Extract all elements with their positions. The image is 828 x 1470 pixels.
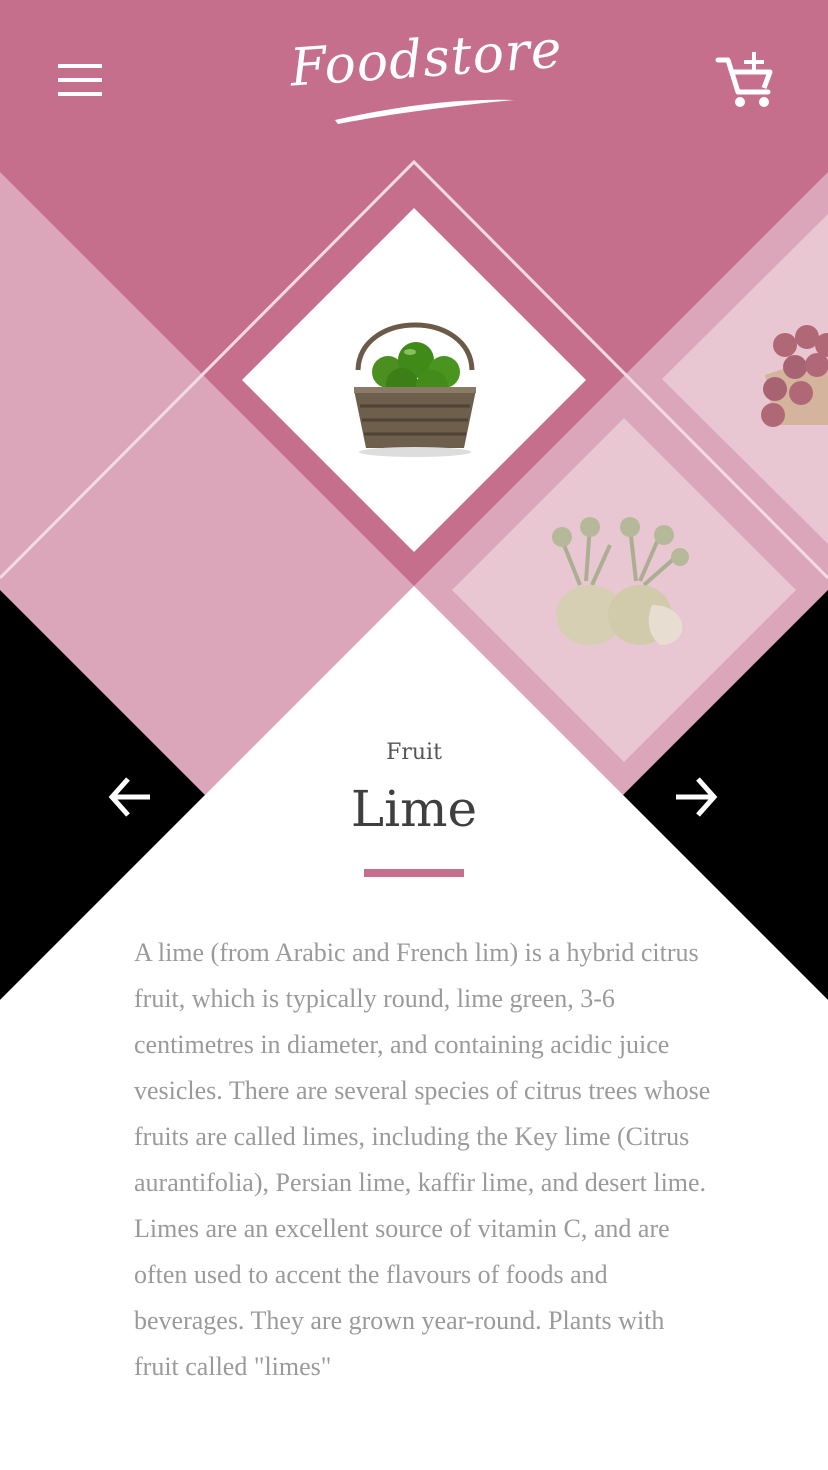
previous-item-button[interactable]	[100, 767, 160, 827]
product-description: A lime (from Arabic and French lim) is a…	[134, 938, 711, 1381]
product-category: Fruit	[386, 740, 442, 765]
title-underline	[364, 869, 464, 877]
arrow-left-icon	[108, 777, 150, 817]
menu-button[interactable]	[52, 58, 108, 102]
plums-image	[761, 325, 828, 427]
arrow-right-icon	[676, 777, 718, 817]
basket-of-limes-image	[354, 322, 476, 457]
menu-icon-bar	[58, 78, 102, 82]
kohlrabi-image	[552, 517, 689, 645]
brand-logo[interactable]: Foodstore	[288, 20, 564, 128]
product-screen: Foodstore Fruit Lime A lime (from Arabic…	[0, 0, 828, 1470]
add-to-cart-icon	[715, 52, 773, 107]
menu-icon-bar	[58, 92, 102, 96]
menu-icon-bar	[58, 64, 102, 68]
next-item-button[interactable]	[666, 767, 726, 827]
product-title: Lime	[350, 780, 478, 838]
logo-brush-stroke	[335, 99, 515, 124]
add-to-cart-button[interactable]	[712, 48, 780, 110]
